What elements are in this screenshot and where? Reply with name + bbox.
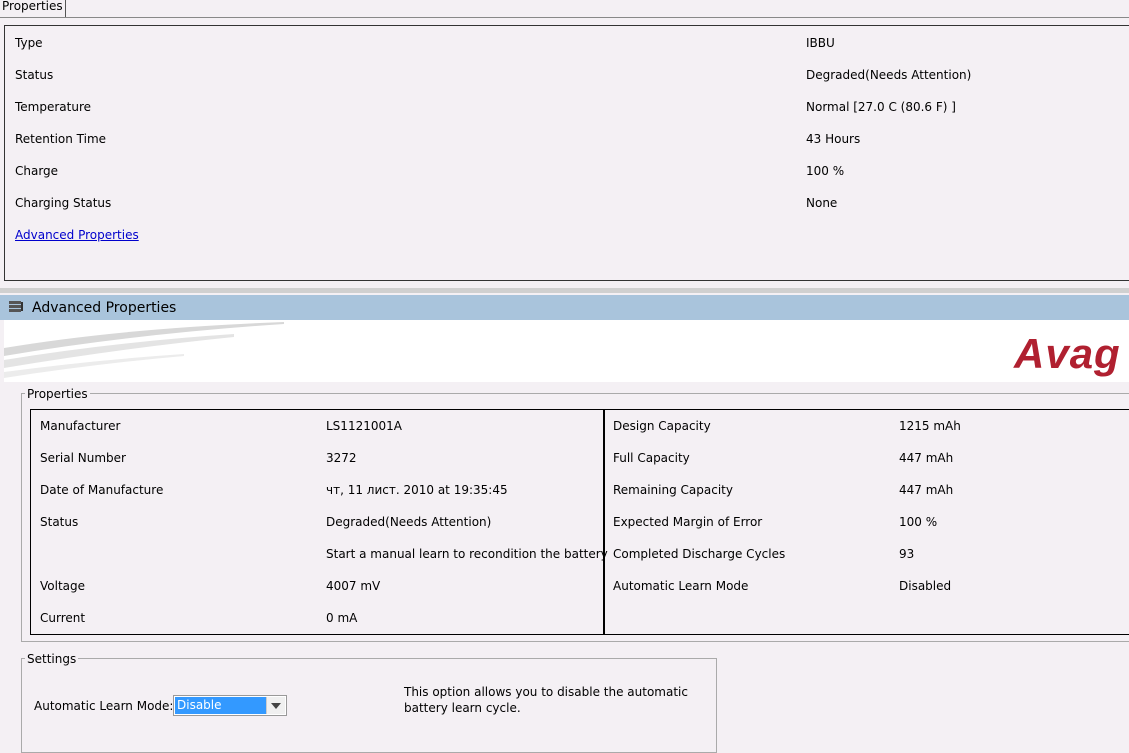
- prop-value: 447 mAh: [899, 483, 954, 497]
- prop-label: Serial Number: [40, 451, 126, 465]
- summary-value: Normal [27.0 C (80.6 F) ]: [806, 100, 956, 114]
- prop-label: Expected Margin of Error: [613, 515, 763, 529]
- prop-label: Current: [40, 611, 86, 625]
- learn-mode-description-line1: This option allows you to disable the au…: [404, 685, 688, 699]
- summary-value: None: [806, 196, 838, 210]
- learn-mode-label: Automatic Learn Mode:: [34, 699, 174, 713]
- prop-value: чт, 11 лист. 2010 at 19:35:45: [326, 483, 508, 497]
- summary-label: Status: [15, 68, 54, 82]
- summary-panel: Type IBBU Status Degraded(Needs Attentio…: [4, 25, 1129, 281]
- prop-label: Manufacturer: [40, 419, 121, 433]
- chevron-down-icon[interactable]: [266, 697, 285, 714]
- summary-label: Temperature: [15, 100, 92, 114]
- prop-value: 93: [899, 547, 915, 561]
- prop-label: Remaining Capacity: [613, 483, 733, 497]
- prop-value: LS1121001A: [326, 419, 402, 433]
- advanced-properties-header: Advanced Properties: [0, 295, 1129, 320]
- vendor-logo: Avag: [1014, 330, 1121, 377]
- battery-stack-icon: [9, 301, 23, 312]
- prop-value: Degraded(Needs Attention): [326, 515, 492, 529]
- learn-mode-select[interactable]: Disable: [173, 695, 287, 716]
- prop-label: Automatic Learn Mode: [613, 579, 749, 593]
- prop-value: Disabled: [899, 579, 952, 593]
- prop-value-hint: Start a manual learn to recondition the …: [326, 547, 608, 561]
- summary-label: Charge: [15, 164, 59, 178]
- summary-value: 43 Hours: [806, 132, 861, 146]
- prop-label: Completed Discharge Cycles: [613, 547, 786, 561]
- tab-divider: [0, 17, 1129, 18]
- prop-label: Date of Manufacture: [40, 483, 164, 497]
- prop-label: Design Capacity: [613, 419, 711, 433]
- prop-value: 100 %: [899, 515, 938, 529]
- summary-label: Retention Time: [15, 132, 107, 146]
- prop-value: 4007 mV: [326, 579, 381, 593]
- prop-label: Voltage: [40, 579, 86, 593]
- summary-value: IBBU: [806, 36, 835, 50]
- prop-value: 0 mA: [326, 611, 358, 625]
- properties-left-box: [30, 409, 605, 635]
- advanced-properties-link[interactable]: Advanced Properties: [15, 228, 139, 242]
- properties-group-title: Properties: [25, 387, 90, 401]
- summary-label: Type: [15, 36, 43, 50]
- prop-value: 447 mAh: [899, 451, 954, 465]
- prop-value: 3272: [326, 451, 357, 465]
- settings-group-title: Settings: [25, 652, 79, 666]
- learn-mode-description-line2: battery learn cycle.: [404, 701, 521, 715]
- summary-value: 100 %: [806, 164, 845, 178]
- learn-mode-selected-value: Disable: [175, 697, 266, 714]
- prop-value: 1215 mAh: [899, 419, 961, 433]
- tab-properties[interactable]: Properties: [0, 0, 66, 17]
- advanced-properties-title: Advanced Properties: [32, 300, 177, 316]
- vendor-banner: Avag: [4, 320, 1129, 382]
- summary-value: Degraded(Needs Attention): [806, 68, 972, 82]
- prop-label: Full Capacity: [613, 451, 690, 465]
- prop-label: Status: [40, 515, 79, 529]
- banner-swoosh: [4, 322, 284, 378]
- splitter[interactable]: [0, 288, 1129, 293]
- advanced-properties-row: Advanced Properties: [15, 228, 139, 244]
- summary-label: Charging Status: [15, 196, 112, 210]
